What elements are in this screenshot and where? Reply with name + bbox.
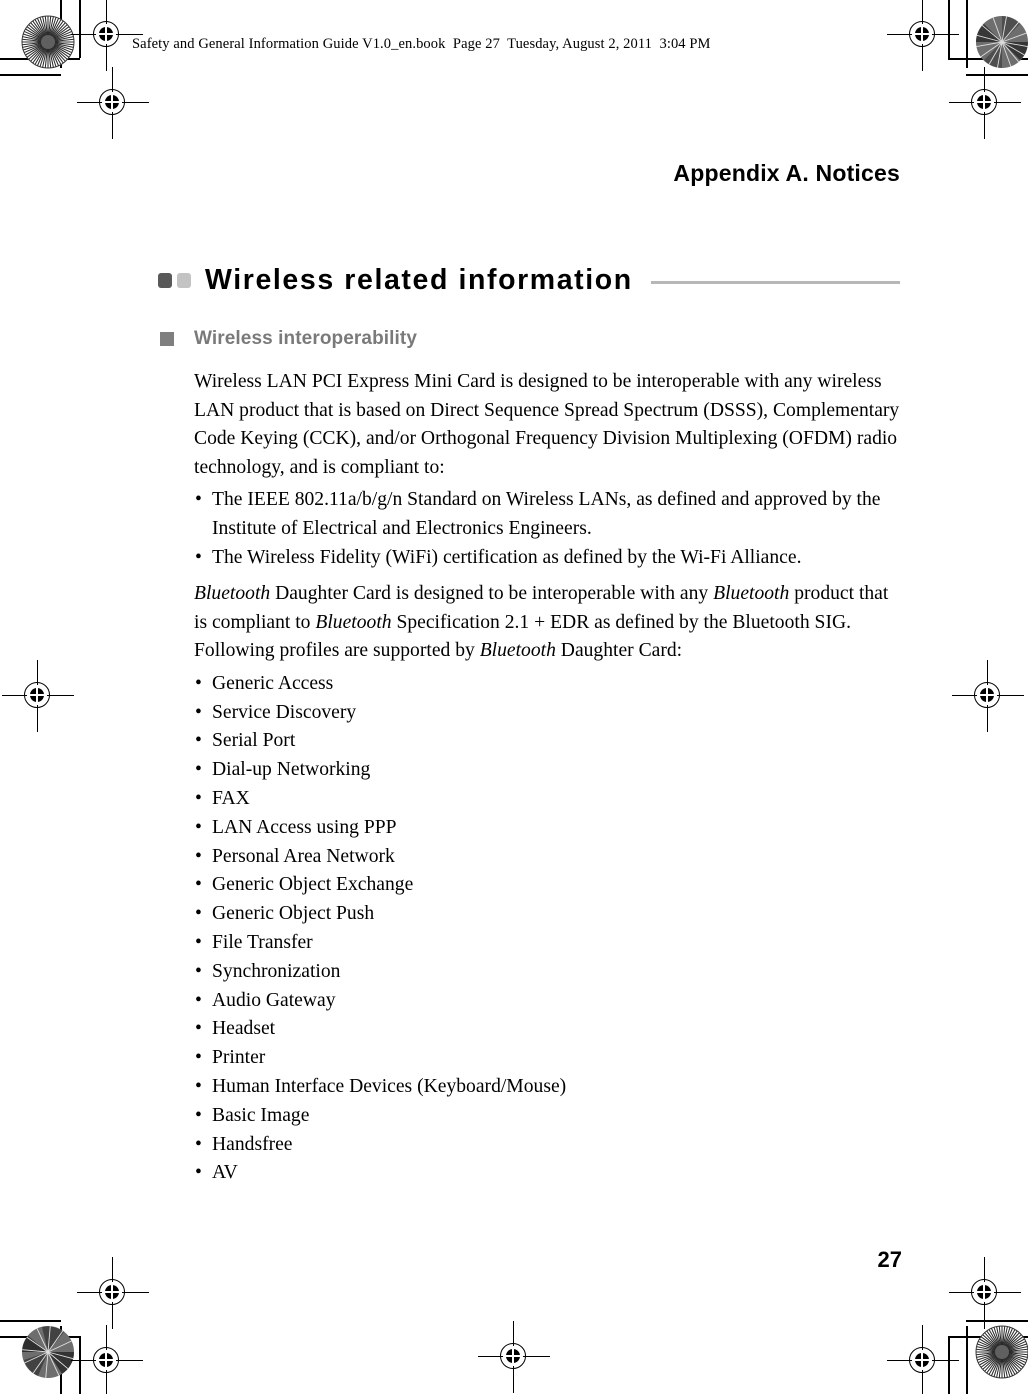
list-item: Handsfree [194, 1131, 906, 1160]
page-number: 27 [877, 1247, 902, 1272]
bluetooth-profiles-list: Generic AccessService DiscoverySerial Po… [194, 670, 906, 1188]
rosette-mark-top-right [972, 12, 1028, 72]
registration-target-top-left [71, 0, 143, 71]
crop-mark-top-left-v2 [79, 0, 81, 58]
bluetooth-term-4: Bluetooth [479, 640, 556, 662]
paragraph-wlan-interoperability: Wireless LAN PCI Express Mini Card is de… [194, 371, 900, 478]
crop-mark-top-right-h2 [966, 74, 1028, 76]
list-item: Audio Gateway [194, 987, 906, 1016]
bluetooth-text-4: Daughter Card: [555, 640, 683, 662]
list-item: File Transfer [194, 929, 906, 958]
list-item: Generic Object Push [194, 900, 906, 929]
subsection-heading-text: Wireless interoperability [194, 328, 418, 349]
crop-mark-top-right-h1 [948, 58, 1028, 60]
crop-mark-bottom-right-h2 [966, 1320, 1028, 1322]
list-item: Serial Port [194, 727, 906, 756]
list-item: Synchronization [194, 958, 906, 987]
registration-target-top-right [887, 0, 959, 71]
registration-target-top-left-lower [77, 67, 149, 139]
crop-mark-top-right-v2 [948, 0, 950, 58]
list-item: Headset [194, 1015, 906, 1044]
section-marker-dark-square-icon [158, 272, 172, 288]
crop-mark-top-left-h2 [0, 74, 61, 76]
list-item: Printer [194, 1044, 906, 1073]
registration-target-bottom-left-upper [77, 1257, 149, 1329]
list-item: Basic Image [194, 1102, 906, 1131]
bluetooth-term-3: Bluetooth [315, 611, 392, 633]
crop-mark-bottom-left-h2 [0, 1320, 61, 1322]
list-item: The IEEE 802.11a/b/g/n Standard on Wirel… [194, 486, 906, 544]
registration-target-bottom-left [71, 1325, 143, 1394]
list-item: Human Interface Devices (Keyboard/Mouse) [194, 1073, 906, 1102]
registration-target-bottom-right [887, 1325, 959, 1394]
section-heading: Wireless related information [158, 262, 900, 298]
bluetooth-term-1: Bluetooth [194, 583, 271, 605]
registration-target-bottom-right-upper [949, 1257, 1021, 1329]
document-page: Safety and General Information Guide V1.… [0, 0, 1028, 1394]
crop-mark-top-left-h1 [0, 58, 80, 60]
list-item: AV [194, 1159, 906, 1188]
registration-target-bottom-center [478, 1321, 550, 1393]
crop-mark-bottom-left-v2 [79, 1336, 81, 1394]
list-item: Generic Access [194, 670, 906, 699]
bluetooth-term-2: Bluetooth [713, 583, 790, 605]
subsection-heading: Wireless interoperability [160, 328, 417, 350]
subsection-bullet-square-icon [160, 332, 174, 346]
file-info-header: Safety and General Information Guide V1.… [132, 36, 711, 52]
list-item: Generic Object Exchange [194, 871, 906, 900]
list-item: Service Discovery [194, 699, 906, 728]
rosette-mark-bottom-left [18, 1322, 78, 1382]
bluetooth-text-1: Daughter Card is designed to be interope… [270, 583, 714, 605]
rosette-mark-top-left [18, 12, 78, 72]
list-item: LAN Access using PPP [194, 814, 906, 843]
standards-list: The IEEE 802.11a/b/g/n Standard on Wirel… [194, 486, 906, 572]
crop-mark-bottom-right-h1 [948, 1336, 1028, 1338]
registration-target-middle-left [2, 660, 74, 732]
section-heading-text: Wireless related information [205, 263, 633, 296]
registration-target-middle-right [952, 660, 1024, 732]
paragraph-bluetooth-interoperability: Bluetooth Daughter Card is designed to b… [194, 580, 906, 666]
crop-mark-bottom-left-h1 [0, 1336, 80, 1338]
body-content: Wireless LAN PCI Express Mini Card is de… [194, 368, 906, 1196]
list-item: FAX [194, 785, 906, 814]
rosette-mark-bottom-right [972, 1322, 1028, 1382]
section-marker-light-square-icon [177, 272, 191, 288]
crop-mark-bottom-right-v2 [948, 1336, 950, 1394]
page-running-title: Appendix A. Notices [673, 160, 900, 186]
list-item: Personal Area Network [194, 843, 906, 872]
section-heading-rule [650, 280, 900, 284]
list-item: Dial-up Networking [194, 756, 906, 785]
list-item: The Wireless Fidelity (WiFi) certificati… [194, 544, 906, 573]
registration-target-top-right-lower [949, 67, 1021, 139]
